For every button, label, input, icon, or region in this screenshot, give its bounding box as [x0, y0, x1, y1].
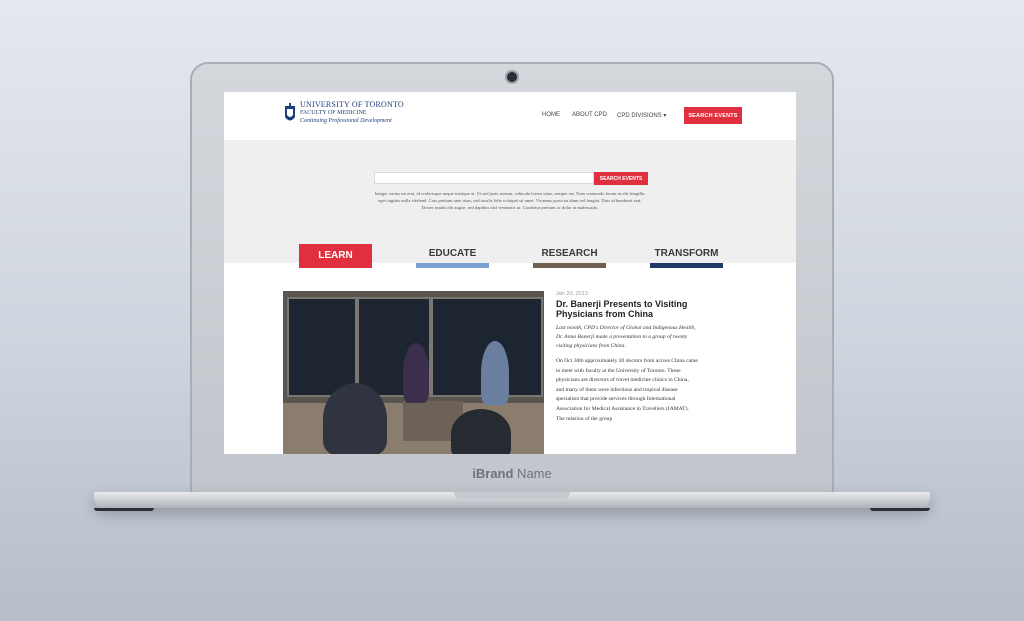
- brand-rest: Name: [513, 466, 552, 481]
- tab-research-label: RESEARCH: [541, 248, 598, 259]
- tab-research[interactable]: RESEARCH: [533, 244, 606, 268]
- tab-educate[interactable]: EDUCATE: [416, 244, 489, 268]
- article-body: On Oct 30th approximately 20 doctors fro…: [556, 358, 698, 422]
- presenter-left: [403, 343, 429, 403]
- audience-member-2: [451, 409, 511, 454]
- article: Jan 20, 2013 Dr. Banerji Presents to Vis…: [556, 291, 698, 424]
- article-lead: Last month, CPD's Director of Global and…: [556, 325, 696, 349]
- crest-icon: [285, 103, 295, 121]
- device-brand-label: iBrand Name: [190, 466, 834, 481]
- tab-learn[interactable]: LEARN: [299, 244, 372, 268]
- nav-about-cpd[interactable]: ABOUT CPD: [572, 112, 607, 118]
- brand-strong: iBrand: [472, 466, 514, 481]
- tab-educate-bar: [416, 263, 489, 268]
- site-header: UNIVERSITY OF TORONTO FACULTY OF MEDICIN…: [224, 92, 796, 140]
- header-search-events-button[interactable]: SEARCH EVENTS: [684, 107, 742, 124]
- base-notch: [454, 492, 570, 499]
- audience-member-1: [323, 383, 387, 454]
- tab-educate-label: EDUCATE: [428, 248, 477, 259]
- tab-transform-label: TRANSFORM: [654, 248, 719, 259]
- search-events-button[interactable]: SEARCH EVENTS: [594, 172, 648, 185]
- base-foot-right: [870, 508, 930, 511]
- laptop-lid: UNIVERSITY OF TORONTO FACULTY OF MEDICIN…: [190, 62, 834, 494]
- tab-transform-bar: [650, 263, 723, 268]
- logo-line-2: FACULTY OF MEDICINE: [300, 110, 367, 116]
- nav-cpd-divisions[interactable]: CPD DIVISIONS ▾: [617, 112, 666, 119]
- laptop-base: [94, 492, 930, 511]
- camera-icon: [507, 72, 517, 82]
- logo-line-3: Continuing Professional Development: [300, 118, 392, 124]
- nav-home[interactable]: HOME: [542, 112, 560, 118]
- event-search-input[interactable]: [374, 172, 594, 184]
- base-foot-left: [94, 508, 154, 511]
- hero-intro-text: Integer varius mi erat, id scelerisque n…: [374, 191, 646, 210]
- laptop-screen: UNIVERSITY OF TORONTO FACULTY OF MEDICIN…: [224, 92, 796, 454]
- university-logo[interactable]: UNIVERSITY OF TORONTO FACULTY OF MEDICIN…: [284, 101, 404, 131]
- presenter-right: [481, 341, 509, 405]
- article-date: Jan 20, 2013: [556, 291, 588, 297]
- chalkboard-left: [287, 297, 357, 397]
- logo-line-1: UNIVERSITY OF TORONTO: [300, 100, 404, 109]
- tab-research-bar: [533, 263, 606, 268]
- tab-transform[interactable]: TRANSFORM: [650, 244, 723, 268]
- article-photo[interactable]: [283, 291, 544, 454]
- article-title[interactable]: Dr. Banerji Presents to Visiting Physici…: [556, 299, 698, 319]
